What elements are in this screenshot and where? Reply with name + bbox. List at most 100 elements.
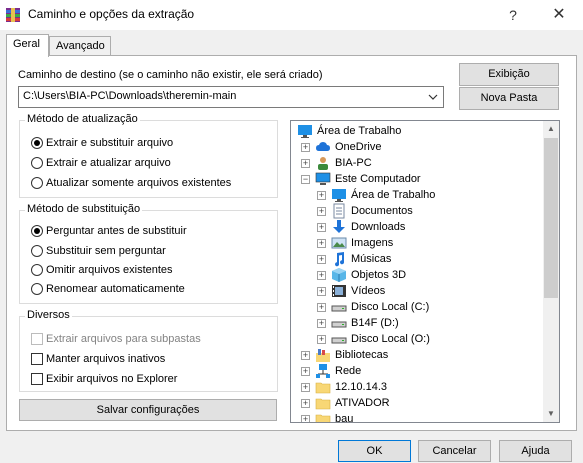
tab-geral[interactable]: Geral [6,34,49,57]
tree-item-label: Objetos 3D [351,269,407,281]
tree-item[interactable]: − Este Computador [291,171,543,187]
expand-icon[interactable]: + [317,239,326,248]
tree-item-label: Vídeos [351,285,386,297]
help-title-button[interactable]: ? [490,0,536,30]
checkbox[interactable] [31,353,43,365]
expand-icon[interactable]: + [301,351,310,360]
tree-item-label: bau [335,413,354,423]
tree-item-label: BIA-PC [335,157,372,169]
tree-scrollbar[interactable]: ▲ ▼ [543,121,559,422]
scroll-down-icon[interactable]: ▼ [543,406,559,422]
tree-item-label: Músicas [351,253,392,265]
cancel-button[interactable]: Cancelar [418,440,491,462]
expand-icon[interactable]: + [301,159,310,168]
tree-item[interactable]: + BIA-PC [291,155,543,171]
radio-button[interactable] [31,177,43,189]
tree-item[interactable]: + Disco Local (C:) [291,299,543,315]
title-bar: Caminho e opções da extração ? ✕ [0,0,583,30]
tree-item-label: Disco Local (O:) [351,333,430,345]
radio-button[interactable] [31,225,43,237]
option-label: Manter arquivos inativos [46,353,166,365]
save-settings-button[interactable]: Salvar configurações [19,399,277,421]
tree-item[interactable]: + bau [291,411,543,423]
tree-item[interactable]: Área de Trabalho [291,123,543,139]
tree-item[interactable]: + OneDrive [291,139,543,155]
tree-item[interactable]: + Imagens [291,235,543,251]
expand-icon[interactable]: + [301,383,310,392]
destination-label: Caminho de destino (se o caminho não exi… [18,69,323,81]
expand-icon[interactable]: + [317,287,326,296]
tree-item[interactable]: + Vídeos [291,283,543,299]
nova-pasta-button[interactable]: Nova Pasta [459,87,559,110]
checkbox[interactable] [31,373,43,385]
cloud-icon [316,142,330,151]
destination-path-combo[interactable]: C:\Users\BIA-PC\Downloads\theremin-main [18,86,444,108]
radio-button[interactable] [31,264,43,276]
image-icon [331,237,347,249]
expand-icon[interactable]: + [317,223,326,232]
expand-icon[interactable]: + [317,255,326,264]
collapse-icon[interactable]: − [301,175,310,184]
tree-item-label: Área de Trabalho [351,189,436,201]
folder-tree[interactable]: Área de Trabalho + OneDrive + BIA-PC − Este Co… [290,120,560,423]
radio-button[interactable] [31,157,43,169]
option-label: Omitir arquivos existentes [46,264,173,276]
expand-icon[interactable]: + [317,271,326,280]
tree-item-label: Rede [335,365,362,377]
option-label: Exibir arquivos no Explorer [46,373,178,385]
radio-button[interactable] [31,283,43,295]
download-icon [333,220,345,233]
destination-path-value: C:\Users\BIA-PC\Downloads\theremin-main [23,90,237,102]
tree-item[interactable]: + Bibliotecas [291,347,543,363]
tree-item[interactable]: + Rede [291,363,543,379]
option-label: Perguntar antes de substituir [46,225,187,237]
video-icon [332,285,346,297]
ok-button[interactable]: OK [338,440,411,462]
expand-icon[interactable]: + [317,319,326,328]
option-label: Atualizar somente arquivos existentes [46,177,232,189]
expand-icon[interactable]: + [301,143,310,152]
expand-icon[interactable]: + [301,367,310,376]
tree-item[interactable]: + Área de Trabalho [291,187,543,203]
option-label: Extrair e substituir arquivo [46,137,174,149]
expand-icon[interactable]: + [301,399,310,408]
network-icon [316,364,330,378]
tree-item[interactable]: + Disco Local (O:) [291,331,543,347]
folder-icon [315,398,331,410]
misc-group: Diversos Extrair arquivos para subpastas… [19,309,278,392]
expand-icon[interactable]: + [317,207,326,216]
tree-item-label: Disco Local (C:) [351,301,430,313]
tab-avancado[interactable]: Avançado [49,36,111,56]
drive-icon [331,337,347,344]
radio-button[interactable] [31,137,43,149]
user-icon [318,157,328,170]
option-label: Substituir sem perguntar [46,245,166,257]
tree-item-label: Downloads [351,221,406,233]
tree-item[interactable]: + Downloads [291,219,543,235]
update-method-title: Método de atualização [25,113,140,125]
tree-item[interactable]: + B14F (D:) [291,315,543,331]
help-button[interactable]: Ajuda [499,440,572,462]
desktop-icon [332,189,346,202]
expand-icon[interactable]: + [317,303,326,312]
expand-icon[interactable]: + [317,191,326,200]
close-button[interactable]: ✕ [536,0,582,30]
chevron-down-icon[interactable] [426,89,440,105]
tree-item[interactable]: + ATIVADOR [291,395,543,411]
music-icon [335,252,345,267]
scroll-up-icon[interactable]: ▲ [543,121,559,137]
expand-icon[interactable]: + [301,415,310,422]
expand-icon[interactable]: + [317,335,326,344]
overwrite-method-group: Método de substituição Perguntar antes d… [19,203,278,304]
cube-icon [332,268,346,282]
desktop-icon [298,125,312,138]
radio-button[interactable] [31,245,43,257]
exibicao-button[interactable]: Exibição [459,63,559,86]
tree-item-label: OneDrive [335,141,382,153]
tree-item[interactable]: + Objetos 3D [291,267,543,283]
tree-item[interactable]: + Músicas [291,251,543,267]
scroll-thumb[interactable] [544,138,558,298]
computer-icon [315,172,331,185]
tree-item[interactable]: +12.10.14.3 [291,379,543,395]
tree-item[interactable]: + Documentos [291,203,543,219]
